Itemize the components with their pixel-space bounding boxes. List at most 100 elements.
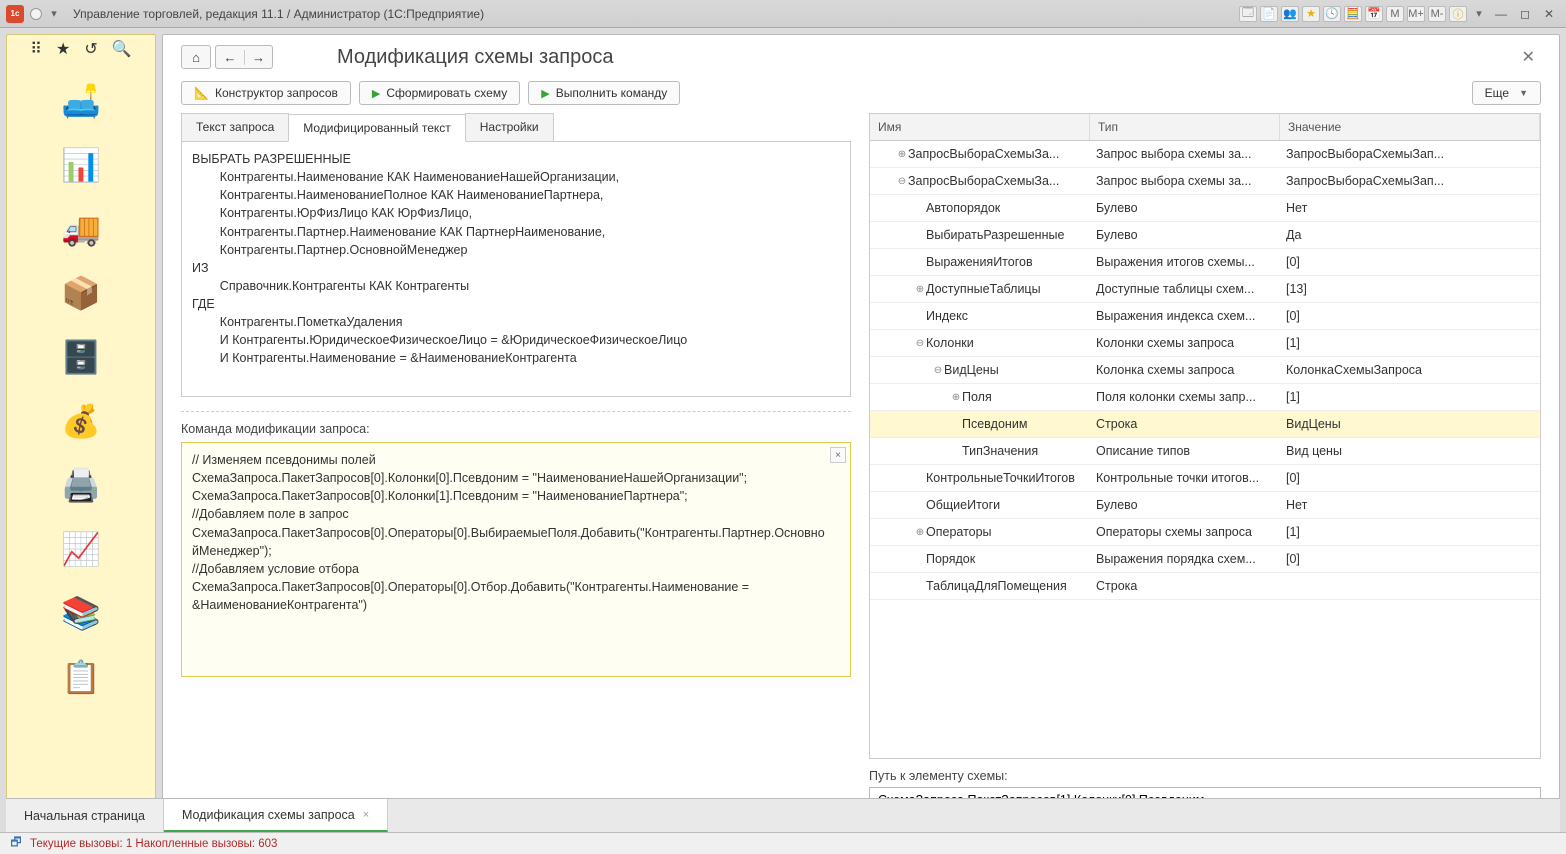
home-button[interactable]: ⌂ [181,45,211,69]
nav-barchart-icon[interactable]: 📈 [51,521,111,577]
row-value: Вид цены [1280,440,1540,462]
m-button[interactable]: M [1386,6,1404,22]
clear-command-button[interactable]: × [830,447,846,463]
command-label: Команда модификации запроса: [181,422,851,436]
grid-header-value[interactable]: Значение [1280,114,1540,140]
info-icon[interactable]: ⓘ [1449,6,1467,22]
titlebar: 1c ▾ Управление торговлей, редакция 11.1… [0,0,1566,28]
titlebar-caret-icon[interactable]: ▾ [1470,6,1488,22]
forward-button[interactable]: → [244,50,272,65]
nav-truck-icon[interactable]: 🚚 [51,201,111,257]
table-row[interactable]: ПсевдонимСтрокаВидЦены [870,411,1540,438]
row-name: Порядок [926,552,975,566]
close-tab-icon[interactable]: × [363,809,369,821]
status-text: Текущие вызовы: 1 Накопленные вызовы: 60… [30,838,277,850]
row-type: Выражения порядка схем... [1090,548,1280,570]
close-panel-button[interactable]: ✕ [1516,45,1541,69]
window-close[interactable]: ✕ [1538,5,1560,23]
titlebar-tool-3[interactable]: 👥 [1281,6,1299,22]
table-row[interactable]: ⊖ ЗапросВыбораСхемыЗа...Запрос выбора сх… [870,168,1540,195]
constructor-button[interactable]: 📐 Конструктор запросов [181,81,351,105]
row-name: ЗапросВыбораСхемыЗа... [908,147,1059,161]
row-value: [0] [1280,305,1540,327]
table-row[interactable]: ⊕ ЗапросВыбораСхемыЗа... Запрос выбора сх… [870,141,1540,168]
row-type: Запрос выбора схемы за... [1090,170,1280,192]
run-command-button[interactable]: ▶ Выполнить команду [528,81,680,105]
tree-toggle-icon[interactable]: ⊕ [914,284,926,295]
nav-folders-icon[interactable]: 📚 [51,585,111,641]
table-row[interactable]: ⊕ ОператорыОператоры схемы запроса[1] [870,519,1540,546]
nav-scanner-icon[interactable]: 🖨️ [51,457,111,513]
titlebar-dropdown-icon[interactable]: ▾ [45,6,63,22]
tab-settings[interactable]: Настройки [465,113,554,141]
nav-shelf-icon[interactable]: 🗄️ [51,329,111,385]
row-name: Операторы [926,525,992,539]
tree-toggle-icon[interactable]: ⊖ [932,365,944,376]
tab-query-text[interactable]: Текст запроса [181,113,289,141]
table-row[interactable]: ОбщиеИтогиБулевоНет [870,492,1540,519]
table-row[interactable]: ⊕ ДоступныеТаблицыДоступные таблицы схем… [870,276,1540,303]
window-maximize[interactable]: ◻ [1514,5,1536,23]
more-button[interactable]: Еще ▼ [1472,81,1541,105]
table-row[interactable]: ⊖ КолонкиКолонки схемы запроса[1] [870,330,1540,357]
m-plus-button[interactable]: M+ [1407,6,1425,22]
sidebar: ⠿ ★ ↺ 🔍 🛋️ 📊 🚚 📦 🗄️ 💰 🖨️ 📈 📚 📋 ▾ [6,34,156,826]
tree-toggle-icon[interactable]: ⊖ [896,176,908,187]
app-1c-icon: 1c [6,5,24,23]
history-icon[interactable]: ↺ [84,39,97,59]
table-row[interactable]: ТипЗначенияОписание типовВид цены [870,438,1540,465]
bottom-tab-current[interactable]: Модификация схемы запроса × [164,799,388,832]
tree-toggle-icon[interactable]: ⊕ [896,149,908,160]
calculator-icon[interactable]: 🧮 [1344,6,1362,22]
table-row[interactable]: ИндексВыражения индекса схем...[0] [870,303,1540,330]
table-row[interactable]: АвтопорядокБулевоНет [870,195,1540,222]
row-type: Операторы схемы запроса [1090,521,1280,543]
apps-icon[interactable]: ⠿ [30,39,42,59]
titlebar-tool-2[interactable]: 📄 [1260,6,1278,22]
more-label: Еще [1485,86,1509,100]
table-row[interactable]: ТаблицаДляПомещенияСтрока [870,573,1540,600]
calendar-icon[interactable]: 📅 [1365,6,1383,22]
row-type: Выражения итогов схемы... [1090,251,1280,273]
nav-chart-icon[interactable]: 📊 [51,137,111,193]
row-type: Строка [1090,575,1280,597]
nav-clipboard-icon[interactable]: 📋 [51,649,111,705]
search-icon[interactable]: 🔍 [112,39,132,59]
window-minimize[interactable]: — [1490,5,1512,23]
nav-coins-icon[interactable]: 💰 [51,393,111,449]
titlebar-tool-4[interactable]: 🕓 [1323,6,1341,22]
query-textarea[interactable]: ВЫБРАТЬ РАЗРЕШЕННЫЕ Контрагенты.Наименов… [181,142,851,397]
grid-header-type[interactable]: Тип [1090,114,1280,140]
table-row[interactable]: КонтрольныеТочкиИтоговКонтрольные точки … [870,465,1540,492]
nav-desk-icon[interactable]: 🛋️ [51,73,111,129]
row-name: Колонки [926,336,974,350]
schema-grid[interactable]: Имя Тип Значение ⊕ ЗапросВыбораСхемыЗа..… [869,113,1541,759]
nav-boxes-icon[interactable]: 📦 [51,265,111,321]
row-type: Выражения индекса схем... [1090,305,1280,327]
table-row[interactable]: ВыбиратьРазрешенныеБулевоДа [870,222,1540,249]
row-type: Булево [1090,197,1280,219]
table-row[interactable]: ⊕ ПоляПоля колонки схемы запр...[1] [870,384,1540,411]
row-value: ЗапросВыбораСхемыЗап... [1280,143,1540,165]
table-row[interactable]: ⊖ ВидЦеныКолонка схемы запросаКолонкаСхе… [870,357,1540,384]
tab-modified-text[interactable]: Модифицированный текст [288,114,466,142]
tree-toggle-icon[interactable]: ⊖ [914,338,926,349]
favorites-star-icon[interactable]: ★ [56,39,70,59]
table-row[interactable]: ВыраженияИтоговВыражения итогов схемы...… [870,249,1540,276]
grid-header-name[interactable]: Имя [870,114,1090,140]
status-icon: 🗗 [8,837,24,851]
star-icon[interactable]: ★ [1302,6,1320,22]
command-textarea[interactable] [182,443,850,673]
bottom-tabs: Начальная страница Модификация схемы зап… [6,798,1560,832]
row-type: Запрос выбора схемы за... [1090,143,1280,165]
titlebar-circle-icon[interactable] [30,8,42,20]
back-button[interactable]: ← [216,50,244,65]
tree-toggle-icon[interactable]: ⊕ [950,392,962,403]
row-value: КолонкаСхемыЗапроса [1280,359,1540,381]
build-schema-button[interactable]: ▶ Сформировать схему [359,81,520,105]
m-minus-button[interactable]: M- [1428,6,1446,22]
titlebar-tool-1[interactable]: 🗔 [1239,6,1257,22]
table-row[interactable]: ПорядокВыражения порядка схем...[0] [870,546,1540,573]
bottom-tab-start[interactable]: Начальная страница [6,799,164,832]
tree-toggle-icon[interactable]: ⊕ [914,527,926,538]
